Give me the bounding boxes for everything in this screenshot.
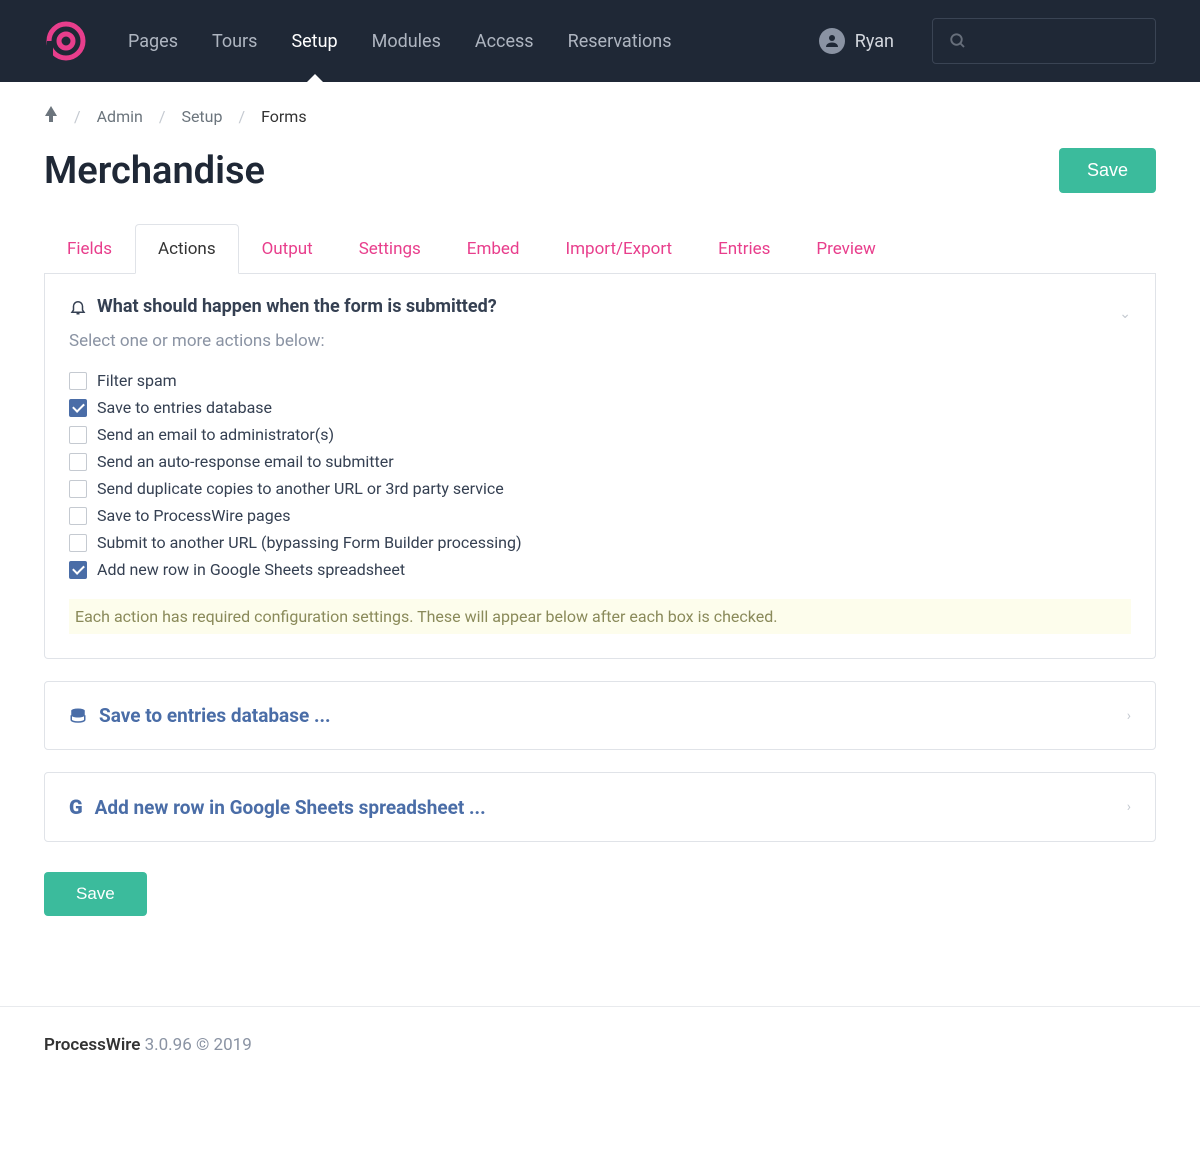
collapse-google-sheets[interactable]: G Add new row in Google Sheets spreadshe… <box>44 772 1156 842</box>
checkbox-icon <box>69 372 87 390</box>
panel-title: What should happen when the form is subm… <box>69 296 497 317</box>
logo[interactable] <box>44 19 88 63</box>
breadcrumb-setup[interactable]: Setup <box>181 107 222 126</box>
checkbox-icon <box>69 426 87 444</box>
nav-setup[interactable]: Setup <box>291 0 337 82</box>
tree-icon[interactable] <box>44 106 58 126</box>
option-label: Save to entries database <box>97 398 272 417</box>
chevron-right-icon: › <box>1127 708 1131 724</box>
nav-modules[interactable]: Modules <box>372 0 441 82</box>
option-label: Filter spam <box>97 371 177 390</box>
option-checkbox[interactable]: Save to ProcessWire pages <box>69 506 1131 525</box>
options-list: Filter spam Save to entries database Send … <box>69 371 1131 579</box>
google-icon: G <box>69 795 83 819</box>
nav-reservations[interactable]: Reservations <box>568 0 672 82</box>
checkbox-icon <box>69 507 87 525</box>
option-label: Send an auto-response email to submitter <box>97 452 394 471</box>
user-name: Ryan <box>855 31 894 52</box>
content: / Admin / Setup / Forms Merchandise Save… <box>0 82 1200 956</box>
breadcrumb-sep: / <box>238 107 245 126</box>
main-nav: Pages Tours Setup Modules Access Reservations <box>128 0 671 82</box>
tab-entries[interactable]: Entries <box>695 224 793 274</box>
user-icon <box>819 28 845 54</box>
tab-actions[interactable]: Actions <box>135 224 239 274</box>
option-checkbox[interactable]: Send an email to administrator(s) <box>69 425 1131 444</box>
user-menu[interactable]: Ryan <box>819 28 894 54</box>
nav-pages[interactable]: Pages <box>128 0 178 82</box>
footer-version: 3.0.96 © 2019 <box>145 1035 252 1055</box>
footer-brand: ProcessWire <box>44 1035 140 1055</box>
breadcrumb-sep: / <box>74 107 81 126</box>
option-label: Add new row in Google Sheets spreadsheet <box>97 560 405 579</box>
page-title: Merchandise <box>44 149 265 193</box>
save-button-bottom[interactable]: Save <box>44 872 147 916</box>
option-label: Submit to another URL (bypassing Form Bu… <box>97 533 522 552</box>
option-checkbox[interactable]: Filter spam <box>69 371 1131 390</box>
breadcrumb: / Admin / Setup / Forms <box>44 106 1156 126</box>
panel-desc: Select one or more actions below: <box>69 331 1131 351</box>
nav-tours[interactable]: Tours <box>212 0 257 82</box>
topbar-right: Ryan <box>819 18 1156 64</box>
actions-panel: What should happen when the form is subm… <box>44 274 1156 659</box>
tab-settings[interactable]: Settings <box>336 224 444 274</box>
breadcrumb-forms: Forms <box>261 107 307 126</box>
breadcrumb-admin[interactable]: Admin <box>97 107 143 126</box>
panel-note: Each action has required configuration s… <box>69 599 1131 634</box>
chevron-down-icon[interactable]: ⌄ <box>1119 306 1131 322</box>
footer: ProcessWire 3.0.96 © 2019 <box>0 1006 1200 1083</box>
database-icon <box>69 707 87 725</box>
nav-access[interactable]: Access <box>475 0 534 82</box>
page-header: Merchandise Save <box>44 148 1156 193</box>
search-icon <box>949 32 967 50</box>
option-checkbox[interactable]: Submit to another URL (bypassing Form Bu… <box>69 533 1131 552</box>
checkbox-icon <box>69 561 87 579</box>
option-label: Save to ProcessWire pages <box>97 506 290 525</box>
option-checkbox[interactable]: Save to entries database <box>69 398 1131 417</box>
search-input[interactable] <box>932 18 1156 64</box>
option-checkbox[interactable]: Add new row in Google Sheets spreadsheet <box>69 560 1131 579</box>
option-checkbox[interactable]: Send an auto-response email to submitter <box>69 452 1131 471</box>
topbar: Pages Tours Setup Modules Access Reservations… <box>0 0 1200 82</box>
checkbox-icon <box>69 480 87 498</box>
bell-icon <box>69 298 87 316</box>
tab-embed[interactable]: Embed <box>444 224 543 274</box>
checkbox-icon <box>69 399 87 417</box>
tab-fields[interactable]: Fields <box>44 224 135 274</box>
checkbox-icon <box>69 453 87 471</box>
checkbox-icon <box>69 534 87 552</box>
option-checkbox[interactable]: Send duplicate copies to another URL or … <box>69 479 1131 498</box>
option-label: Send duplicate copies to another URL or … <box>97 479 504 498</box>
chevron-right-icon: › <box>1127 799 1131 815</box>
collapse-save-entries[interactable]: Save to entries database ... › <box>44 681 1156 750</box>
tabs: FieldsActionsOutputSettingsEmbedImport/E… <box>44 223 1156 274</box>
option-label: Send an email to administrator(s) <box>97 425 334 444</box>
tab-output[interactable]: Output <box>239 224 336 274</box>
tab-preview[interactable]: Preview <box>793 224 898 274</box>
breadcrumb-sep: / <box>159 107 166 126</box>
save-button-top[interactable]: Save <box>1059 148 1156 193</box>
tab-import-export[interactable]: Import/Export <box>543 224 696 274</box>
